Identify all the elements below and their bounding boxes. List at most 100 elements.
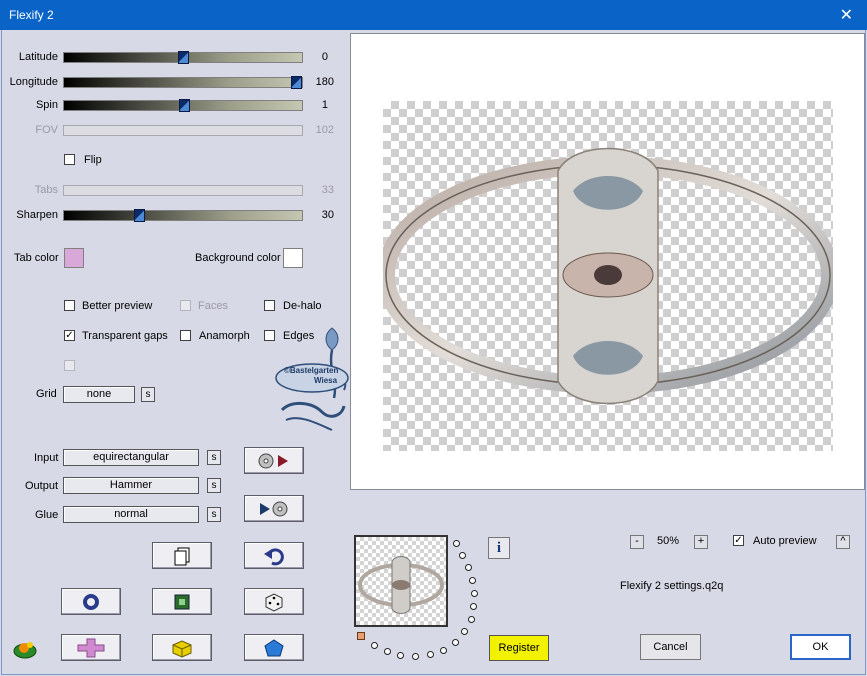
orbit-dot[interactable] [453, 540, 460, 547]
undo-arrow-icon [264, 547, 284, 565]
ring-icon [83, 593, 99, 610]
ring-shape-button[interactable] [61, 588, 121, 615]
copy-button[interactable] [152, 542, 212, 569]
orbit-dot[interactable] [471, 590, 478, 597]
copy-pages-icon [174, 547, 190, 565]
watermark-flower-icon [275, 327, 349, 431]
undo-button[interactable] [244, 542, 304, 569]
zoom-level: 50% [657, 535, 680, 547]
tabs-label: Tabs [34, 184, 58, 196]
sharpen-slider[interactable] [63, 209, 303, 222]
cube-shape-button[interactable] [152, 634, 212, 661]
info-button[interactable]: i [488, 537, 510, 559]
orbit-dot[interactable] [461, 628, 468, 635]
fov-slider [63, 125, 303, 136]
input-select[interactable]: equirectangular [63, 449, 199, 466]
orbit-dot[interactable] [468, 616, 475, 623]
glue-s-button[interactable]: s [207, 507, 221, 522]
latitude-slider[interactable] [63, 51, 303, 64]
longitude-slider-thumb[interactable] [291, 76, 302, 89]
orbit-dot[interactable] [371, 642, 378, 649]
zoom-out-button[interactable]: - [630, 535, 644, 549]
expand-caret-button[interactable]: ^ [836, 535, 850, 549]
cross-shape-button[interactable] [61, 634, 121, 661]
input-s-button[interactable]: s [207, 450, 221, 465]
square-icon [174, 594, 190, 609]
output-label: Output [25, 480, 59, 492]
orbit-dot[interactable] [470, 603, 477, 610]
title-bar: Flexify 2 ✕ [0, 0, 867, 30]
play-disc-icon [260, 501, 288, 516]
better-preview-label: Better preview [82, 300, 153, 312]
dialog-body: Latitude 0 Longitude 180 Spin 1 FOV 102 … [1, 30, 866, 675]
orbit-dot[interactable] [397, 652, 404, 659]
transparent-gaps-checkbox[interactable]: ✓ [64, 330, 75, 341]
orbit-dot[interactable] [465, 564, 472, 571]
navigator-image [358, 556, 444, 614]
latitude-value: 0 [321, 51, 328, 63]
grid-label: Grid [36, 388, 57, 400]
spin-label: Spin [35, 99, 58, 111]
latitude-label: Latitude [18, 51, 58, 63]
settings-file-name: Flexify 2 settings.q2q [620, 580, 724, 592]
longitude-slider[interactable] [63, 76, 303, 89]
window-title: Flexify 2 [9, 8, 54, 22]
navigator-thumbnail[interactable] [354, 535, 448, 627]
sharpen-slider-thumb[interactable] [134, 209, 145, 222]
cross-icon [77, 638, 105, 657]
sharpen-label: Sharpen [16, 209, 58, 221]
orbit-dot[interactable] [412, 653, 419, 660]
orbit-dot[interactable] [440, 647, 447, 654]
tab-color-label: Tab color [14, 252, 59, 264]
save-preset-button[interactable] [244, 495, 304, 522]
load-preset-button[interactable] [244, 447, 304, 474]
orbit-marker[interactable] [357, 632, 365, 640]
output-s-button[interactable]: s [207, 478, 221, 493]
faces-checkbox [180, 300, 191, 311]
orbit-dot[interactable] [384, 648, 391, 655]
fov-value: 102 [315, 124, 334, 136]
orbit-dot[interactable] [452, 639, 459, 646]
extra-option-checkbox [64, 360, 75, 371]
orbit-dot[interactable] [459, 552, 466, 559]
glue-select[interactable]: normal [63, 506, 199, 523]
orbit-dot[interactable] [427, 651, 434, 658]
tabs-value: 33 [321, 184, 334, 196]
spin-value: 1 [321, 99, 328, 111]
preview-pane[interactable] [350, 33, 865, 490]
tab-color-swatch[interactable] [64, 248, 84, 268]
flip-checkbox[interactable] [64, 154, 75, 165]
square-shape-button[interactable] [152, 588, 212, 615]
background-color-swatch[interactable] [283, 248, 303, 268]
input-label: Input [34, 452, 59, 464]
watermark-text-1: ©Bastelgarten [284, 366, 339, 375]
fov-label: FOV [35, 124, 58, 136]
cube-icon [172, 639, 192, 658]
glue-label: Glue [35, 509, 59, 521]
ok-button[interactable]: OK [790, 634, 851, 660]
spin-slider-thumb[interactable] [179, 99, 190, 112]
zoom-in-button[interactable]: + [694, 535, 708, 549]
output-select[interactable]: Hammer [63, 477, 199, 494]
auto-preview-checkbox[interactable]: ✓ [733, 535, 744, 546]
register-button[interactable]: Register [489, 635, 549, 661]
transparent-gaps-label: Transparent gaps [82, 330, 168, 342]
faces-label: Faces [198, 300, 228, 312]
better-preview-checkbox[interactable] [64, 300, 75, 311]
plugin-logo-icon [12, 637, 40, 662]
preview-rendered-image [383, 147, 833, 405]
grid-s-button[interactable]: s [141, 387, 155, 402]
random-button[interactable] [244, 588, 304, 615]
anamorph-checkbox[interactable] [180, 330, 191, 341]
background-color-label: Background color [195, 252, 281, 264]
anamorph-label: Anamorph [199, 330, 250, 342]
close-icon[interactable]: ✕ [840, 5, 853, 25]
pentagon-shape-button[interactable] [244, 634, 304, 661]
cancel-button[interactable]: Cancel [640, 634, 701, 660]
grid-select[interactable]: none [63, 386, 135, 403]
de-halo-checkbox[interactable] [264, 300, 275, 311]
spin-slider[interactable] [63, 99, 303, 112]
orbit-dot[interactable] [469, 577, 476, 584]
dice-icon [265, 592, 283, 612]
latitude-slider-thumb[interactable] [178, 51, 189, 64]
